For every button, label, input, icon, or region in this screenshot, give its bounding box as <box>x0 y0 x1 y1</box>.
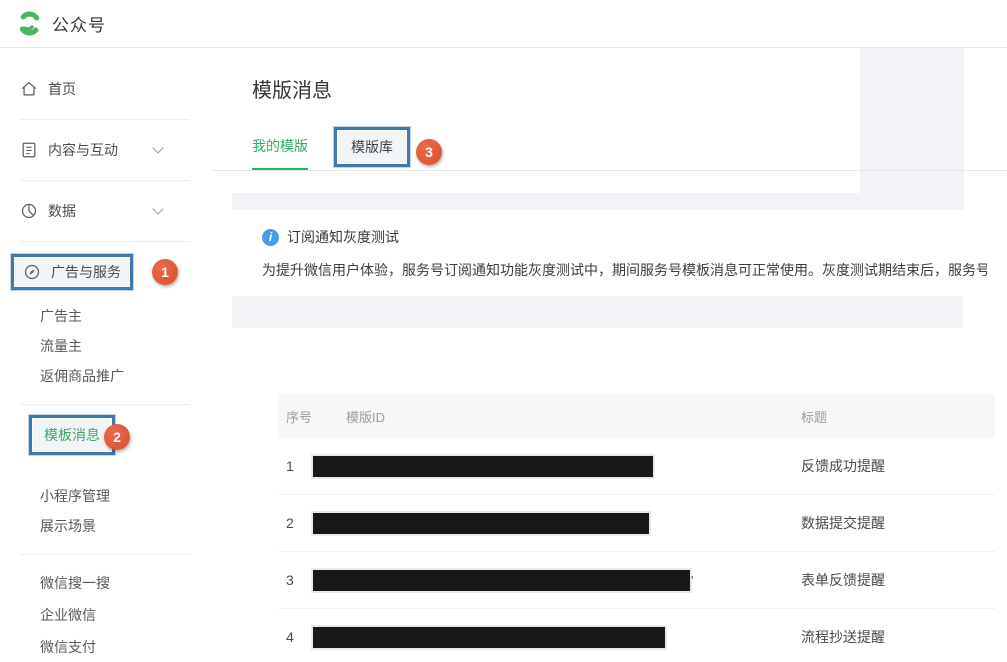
table-header-row: 序号 模版ID 标题 <box>278 394 995 438</box>
template-table-card: 序号 模版ID 标题 1 反馈成功提醒 2 数据提交提醒 3 ' 表单反馈提醒 … <box>232 328 1007 662</box>
template-title: 反馈成功提醒 <box>801 456 995 476</box>
table-row[interactable]: 3 ' 表单反馈提醒 <box>278 552 995 609</box>
divider <box>20 119 190 120</box>
notice-title: 订阅通知灰度测试 <box>287 227 399 247</box>
divider <box>20 554 190 555</box>
main-content: 模版消息 我的模版 模版库 3 i 订阅通知灰度测试 为提升微信用户体验，服务号… <box>210 48 1007 662</box>
sidebar-item-home[interactable]: 首页 <box>0 74 210 104</box>
column-header-template-id: 模版ID <box>346 407 801 426</box>
info-icon: i <box>262 229 279 246</box>
sidebar-item-label: 模板消息 <box>44 425 100 445</box>
table-row[interactable]: 2 数据提交提醒 <box>278 495 995 552</box>
sidebar-item-label: 微信搜一搜 <box>40 573 110 593</box>
sidebar-item-wechat-pay[interactable]: 微信支付 <box>0 631 210 662</box>
sidebar-item-template-message[interactable]: 模板消息 2 <box>0 415 210 455</box>
sidebar-item-content-interaction[interactable]: 内容与互动 <box>0 135 210 165</box>
sidebar-item-label: 返佣商品推广 <box>40 366 124 386</box>
sidebar-item-label: 数据 <box>48 201 76 221</box>
sidebar-item-display-scene[interactable]: 展示场景 <box>0 511 210 541</box>
section-gap <box>232 193 963 210</box>
annotation-box-step3: 模版库 <box>334 127 410 167</box>
sidebar-item-label: 微信支付 <box>40 637 96 657</box>
top-header: 公众号 <box>0 0 1007 48</box>
divider <box>20 180 190 181</box>
page-title: 模版消息 <box>252 74 1007 103</box>
sidebar-item-ads-services[interactable]: 广告与服务 1 <box>0 257 210 287</box>
template-title: 表单反馈提醒 <box>801 570 995 590</box>
sidebar-item-rebate-promotion[interactable]: 返佣商品推广 <box>0 361 210 391</box>
tab-template-library[interactable]: 模版库 <box>351 137 393 157</box>
sidebar-item-label: 企业微信 <box>40 605 96 625</box>
sidebar-item-label: 内容与互动 <box>48 140 118 160</box>
column-header-title: 标题 <box>801 407 995 426</box>
step-badge-2: 2 <box>104 424 130 450</box>
divider <box>20 241 190 242</box>
redacted-template-id <box>313 570 690 591</box>
sidebar: 首页 内容与互动 数据 广告与服务 <box>0 48 210 662</box>
tab-my-templates[interactable]: 我的模版 <box>252 136 308 171</box>
column-header-index: 序号 <box>278 407 346 426</box>
sidebar-item-wechat-search[interactable]: 微信搜一搜 <box>0 567 210 599</box>
divider <box>20 404 190 405</box>
sidebar-item-label: 流量主 <box>40 336 82 356</box>
sidebar-item-miniprogram-mgmt[interactable]: 小程序管理 <box>0 481 210 511</box>
compass-icon <box>23 263 41 281</box>
sidebar-item-label: 小程序管理 <box>40 486 110 506</box>
template-title: 流程抄送提醒 <box>801 627 995 647</box>
chevron-down-icon[interactable] <box>152 203 163 214</box>
wechat-official-swirl-icon <box>16 10 43 37</box>
annotation-box-step2: 模板消息 <box>29 415 115 455</box>
redacted-template-id <box>313 627 665 648</box>
id-fragment: ' <box>691 573 693 588</box>
section-gap <box>232 296 963 328</box>
pie-clock-icon <box>20 202 38 220</box>
redacted-template-id <box>313 456 653 477</box>
app-title: 公众号 <box>52 11 106 36</box>
sidebar-item-label: 首页 <box>48 79 76 99</box>
sidebar-item-wecom[interactable]: 企业微信 <box>0 599 210 631</box>
sidebar-item-label: 展示场景 <box>40 516 96 536</box>
sidebar-item-data[interactable]: 数据 <box>0 196 210 226</box>
notice-body: 为提升微信用户体验，服务号订阅通知功能灰度测试中，期间服务号模板消息可正常使用。… <box>262 260 987 280</box>
sidebar-item-advertiser[interactable]: 广告主 <box>0 301 210 331</box>
annotation-box-step1: 广告与服务 <box>11 254 133 290</box>
table-row[interactable]: 1 反馈成功提醒 <box>278 438 995 495</box>
sidebar-item-label: 广告与服务 <box>51 262 121 282</box>
document-icon <box>20 141 38 159</box>
template-title: 数据提交提醒 <box>801 513 995 533</box>
chevron-down-icon[interactable] <box>152 142 163 153</box>
step-badge-1: 1 <box>152 259 178 285</box>
notice-card: i 订阅通知灰度测试 为提升微信用户体验，服务号订阅通知功能灰度测试中，期间服务… <box>232 210 1007 296</box>
step-badge-3: 3 <box>416 139 442 165</box>
table-row[interactable]: 4 流程抄送提醒 <box>278 609 995 662</box>
sidebar-item-label: 广告主 <box>40 306 82 326</box>
tabs-divider <box>210 170 1007 171</box>
sidebar-item-traffic-owner[interactable]: 流量主 <box>0 331 210 361</box>
redacted-template-id <box>313 513 649 534</box>
home-icon <box>20 80 38 98</box>
